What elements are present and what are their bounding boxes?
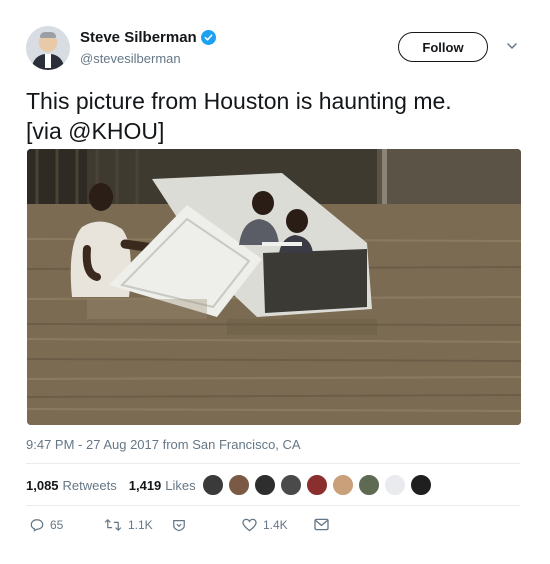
divider xyxy=(26,463,520,464)
reply-icon xyxy=(30,519,44,532)
reply-button[interactable]: 65 xyxy=(30,518,63,532)
verified-badge-icon xyxy=(200,30,216,45)
tweet-actions: 65 1.1K 1.4K xyxy=(26,518,526,538)
liker-avatar[interactable] xyxy=(410,474,432,496)
retweet-icon xyxy=(104,519,122,531)
display-name[interactable]: Steve Silberman xyxy=(80,29,197,46)
direct-message-button[interactable] xyxy=(172,518,186,532)
follow-button[interactable]: Follow xyxy=(398,32,488,62)
shield-heart-icon xyxy=(173,520,185,532)
retweet-button[interactable]: 1.1K xyxy=(104,518,153,532)
avatar-shirt xyxy=(45,54,51,68)
divider xyxy=(26,505,520,506)
avatar-hair xyxy=(40,32,56,38)
retweets-count[interactable]: 1,085 xyxy=(26,478,59,493)
likes-label[interactable]: Likes xyxy=(165,478,195,493)
liker-avatar[interactable] xyxy=(202,474,224,496)
liker-avatar[interactable] xyxy=(254,474,276,496)
liker-avatar[interactable] xyxy=(384,474,406,496)
retweets-label[interactable]: Retweets xyxy=(63,478,117,493)
user-handle[interactable]: @stevesilberman xyxy=(80,51,181,66)
name-row: Steve Silberman xyxy=(80,29,216,46)
likes-count[interactable]: 1,419 xyxy=(129,478,162,493)
tweet-card: Steve Silberman @stevesilberman Follow T… xyxy=(0,0,550,564)
liker-avatar[interactable] xyxy=(358,474,380,496)
tweet-text-line-2: [via @KHOU] xyxy=(26,118,165,144)
liker-avatar[interactable] xyxy=(280,474,302,496)
like-count: 1.4K xyxy=(263,518,288,532)
avatar[interactable] xyxy=(26,26,70,70)
tweet-photo[interactable] xyxy=(27,149,521,425)
liker-avatar[interactable] xyxy=(306,474,328,496)
like-button[interactable]: 1.4K xyxy=(242,518,288,532)
flood-scene-image xyxy=(27,149,521,425)
liker-avatar[interactable] xyxy=(332,474,354,496)
engagement-stats: 1,085 Retweets 1,419 Likes xyxy=(26,478,208,493)
heart-icon xyxy=(242,518,257,532)
liker-avatar[interactable] xyxy=(228,474,250,496)
reply-count: 65 xyxy=(50,518,64,532)
tweet-timestamp[interactable]: 9:47 PM - 27 Aug 2017 from San Francisco… xyxy=(26,437,301,452)
retweet-count: 1.1K xyxy=(128,518,153,532)
envelope-icon xyxy=(314,518,329,531)
share-button[interactable] xyxy=(314,518,329,531)
tweet-text: This picture from Houston is haunting me… xyxy=(26,86,526,146)
chevron-down-icon[interactable] xyxy=(506,40,518,52)
tweet-text-line-1: This picture from Houston is haunting me… xyxy=(26,88,452,114)
liker-avatars xyxy=(202,474,436,496)
